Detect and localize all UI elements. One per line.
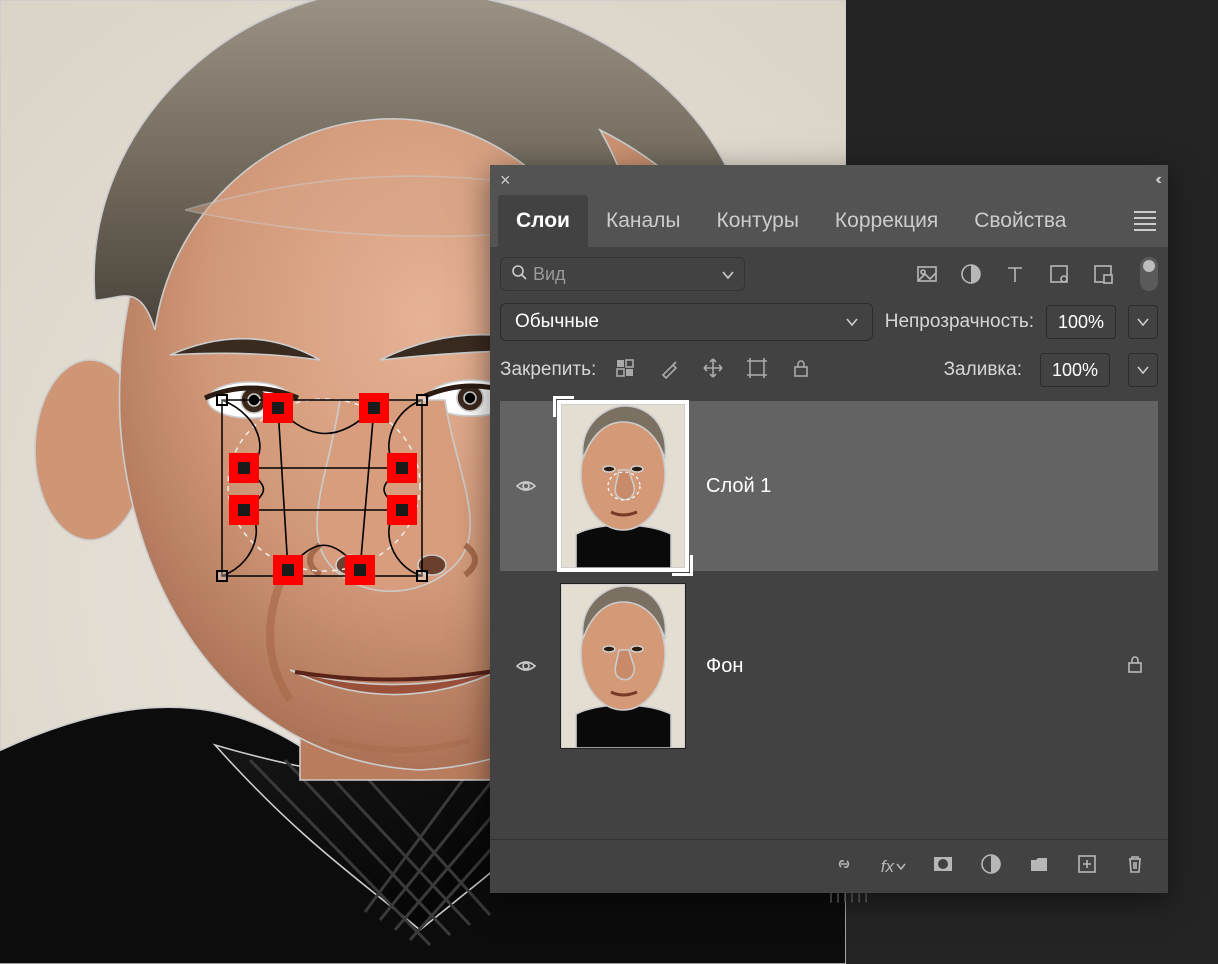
chevron-down-icon bbox=[722, 264, 734, 285]
transform-corner-handle[interactable] bbox=[416, 570, 428, 582]
warp-mesh-handle[interactable] bbox=[263, 393, 293, 423]
blend-mode-value: Обычные bbox=[515, 311, 599, 333]
smartobject-icon[interactable] bbox=[1092, 263, 1114, 285]
transform-bounding-box[interactable] bbox=[210, 392, 434, 584]
collapse-panel-icon[interactable]: ‹‹ bbox=[1155, 171, 1158, 189]
lock-position-icon[interactable] bbox=[702, 357, 724, 384]
fx-icon[interactable]: fx bbox=[881, 857, 906, 877]
panel-menu-button[interactable] bbox=[1122, 195, 1168, 247]
layers-panel-footer: fx bbox=[490, 839, 1168, 893]
transform-corner-handle[interactable] bbox=[216, 394, 228, 406]
fill-dropdown-button[interactable] bbox=[1128, 353, 1158, 387]
panel-tabs: СлоиКаналыКонтурыКоррекцияСвойства bbox=[490, 195, 1168, 247]
mask-icon[interactable] bbox=[932, 853, 954, 880]
opacity-label: Непрозрачность: bbox=[885, 311, 1034, 333]
tab-контуры[interactable]: Контуры bbox=[699, 195, 817, 247]
lock-all-icon[interactable] bbox=[790, 357, 812, 384]
group-icon[interactable] bbox=[1028, 853, 1050, 880]
opacity-dropdown-button[interactable] bbox=[1128, 305, 1158, 339]
layer-row[interactable]: Слой 1 bbox=[500, 401, 1158, 571]
trash-icon[interactable] bbox=[1124, 853, 1146, 880]
layer-name[interactable]: Слой 1 bbox=[706, 475, 771, 498]
warp-mesh-handle[interactable] bbox=[359, 393, 389, 423]
close-icon[interactable]: × bbox=[500, 170, 511, 191]
tab-слои[interactable]: Слои bbox=[498, 195, 588, 247]
hamburger-icon bbox=[1134, 211, 1156, 231]
layers-list: Слой 1 Фон bbox=[500, 397, 1158, 839]
fill-label: Заливка: bbox=[944, 359, 1022, 381]
layer-name[interactable]: Фон bbox=[706, 655, 743, 678]
image-icon[interactable] bbox=[916, 263, 938, 285]
fill-value[interactable]: 100% bbox=[1040, 353, 1110, 387]
warp-mesh-handle[interactable] bbox=[387, 495, 417, 525]
warp-mesh-handle[interactable] bbox=[229, 495, 259, 525]
tab-свойства[interactable]: Свойства bbox=[956, 195, 1084, 247]
layers-panel: × ‹‹ СлоиКаналыКонтурыКоррекцияСвойства … bbox=[490, 165, 1168, 893]
tab-каналы[interactable]: Каналы bbox=[588, 195, 699, 247]
lock-brush-icon[interactable] bbox=[658, 357, 680, 384]
link-icon[interactable] bbox=[833, 853, 855, 880]
transform-corner-handle[interactable] bbox=[216, 570, 228, 582]
layer-thumbnail[interactable] bbox=[560, 583, 686, 749]
warp-mesh-handle[interactable] bbox=[345, 555, 375, 585]
tab-коррекция[interactable]: Коррекция bbox=[817, 195, 956, 247]
transform-corner-handle[interactable] bbox=[416, 394, 428, 406]
chevron-down-icon bbox=[846, 311, 858, 333]
layer-row[interactable]: Фон bbox=[500, 581, 1158, 751]
visibility-toggle[interactable] bbox=[512, 475, 540, 497]
filter-kind-label: Вид bbox=[533, 264, 566, 285]
new-layer-icon[interactable] bbox=[1076, 853, 1098, 880]
lock-label: Закрепить: bbox=[500, 359, 596, 381]
shape-icon[interactable] bbox=[1048, 263, 1070, 285]
lock-artboard-icon[interactable] bbox=[746, 357, 768, 384]
opacity-value[interactable]: 100% bbox=[1046, 305, 1116, 339]
transform-grid bbox=[210, 392, 434, 584]
layer-filter-kind-dropdown[interactable]: Вид bbox=[500, 257, 745, 291]
layer-thumbnail[interactable] bbox=[560, 403, 686, 569]
warp-mesh-handle[interactable] bbox=[273, 555, 303, 585]
visibility-toggle[interactable] bbox=[512, 655, 540, 677]
warp-mesh-handle[interactable] bbox=[229, 453, 259, 483]
blend-mode-dropdown[interactable]: Обычные bbox=[500, 303, 873, 341]
panel-dock-grip[interactable]: ┃┃┃┃┃┃ bbox=[828, 892, 870, 903]
lock-icon[interactable] bbox=[1124, 653, 1146, 680]
filter-toggle[interactable] bbox=[1140, 257, 1158, 291]
adjustment-icon[interactable] bbox=[960, 263, 982, 285]
adjustment-layer-icon[interactable] bbox=[980, 853, 1002, 880]
warp-mesh-handle[interactable] bbox=[387, 453, 417, 483]
search-icon bbox=[511, 264, 527, 285]
lock-pixels-icon[interactable] bbox=[614, 357, 636, 384]
type-icon[interactable] bbox=[1004, 263, 1026, 285]
